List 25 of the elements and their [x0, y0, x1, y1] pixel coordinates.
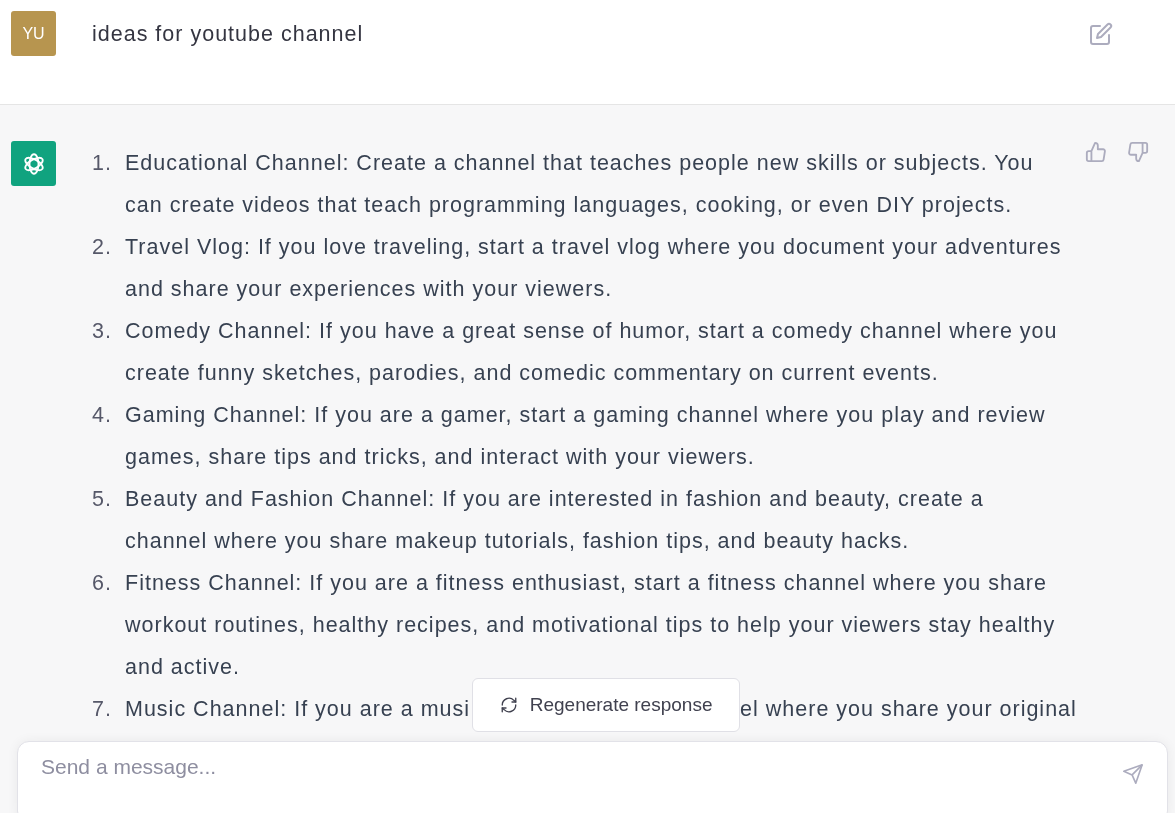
- thumbs-up-icon[interactable]: [1085, 141, 1107, 163]
- assistant-logo-icon: [11, 141, 56, 186]
- list-item-text: el where you share your original: [740, 696, 1077, 723]
- list-item-text: Educational Channel: Create a channel that teaches people new skills or subjects. You can create videos that teach programming languages, cooking, or even DIY projects.: [125, 150, 1035, 219]
- list-number: 1.: [92, 150, 113, 177]
- message-input[interactable]: Send a message...: [17, 741, 1168, 813]
- regenerate-button[interactable]: Regenerate response: [472, 678, 741, 732]
- list-item-text: Gaming Channel: If you are a gamer, start a gaming channel where you play and review games, share tips and tricks, and interact with your viewers.: [125, 402, 1047, 471]
- list-number: 6.: [92, 570, 113, 597]
- edit-icon[interactable]: [1089, 22, 1113, 46]
- list-item-text: Beauty and Fashion Channel: If you are interested in fashion and beauty, create a channel where you share makeup tutorials, fashion tips, and beauty hacks.: [125, 486, 985, 555]
- list-number: 5.: [92, 486, 113, 513]
- prompt-text: ideas for youtube channel: [92, 22, 365, 46]
- user-avatar: YU: [11, 11, 56, 56]
- list-number: 4.: [92, 402, 113, 429]
- list-item-text: Comedy Channel: If you have a great sense of humor, start a comedy channel where you create funny sketches, parodies, and comedic commentary on current events.: [125, 318, 1059, 387]
- list-item-text: Music Channel: If you are a musi: [125, 696, 471, 723]
- list-item-text: Travel Vlog: If you love traveling, start a travel vlog where you document your adventures and share your experiences with your viewers.: [125, 234, 1063, 303]
- list-number: 7.: [92, 696, 113, 723]
- list-number: 3.: [92, 318, 113, 345]
- list-item-text: Fitness Channel: If you are a fitness enthusiast, start a fitness channel where you share workout routines, healthy recipes, and motivational tips to help your viewers stay healthy and active.: [125, 570, 1057, 681]
- thumbs-down-icon[interactable]: [1127, 141, 1149, 163]
- list-number: 2.: [92, 234, 113, 261]
- send-icon[interactable]: [1122, 763, 1144, 785]
- refresh-icon: [499, 696, 518, 714]
